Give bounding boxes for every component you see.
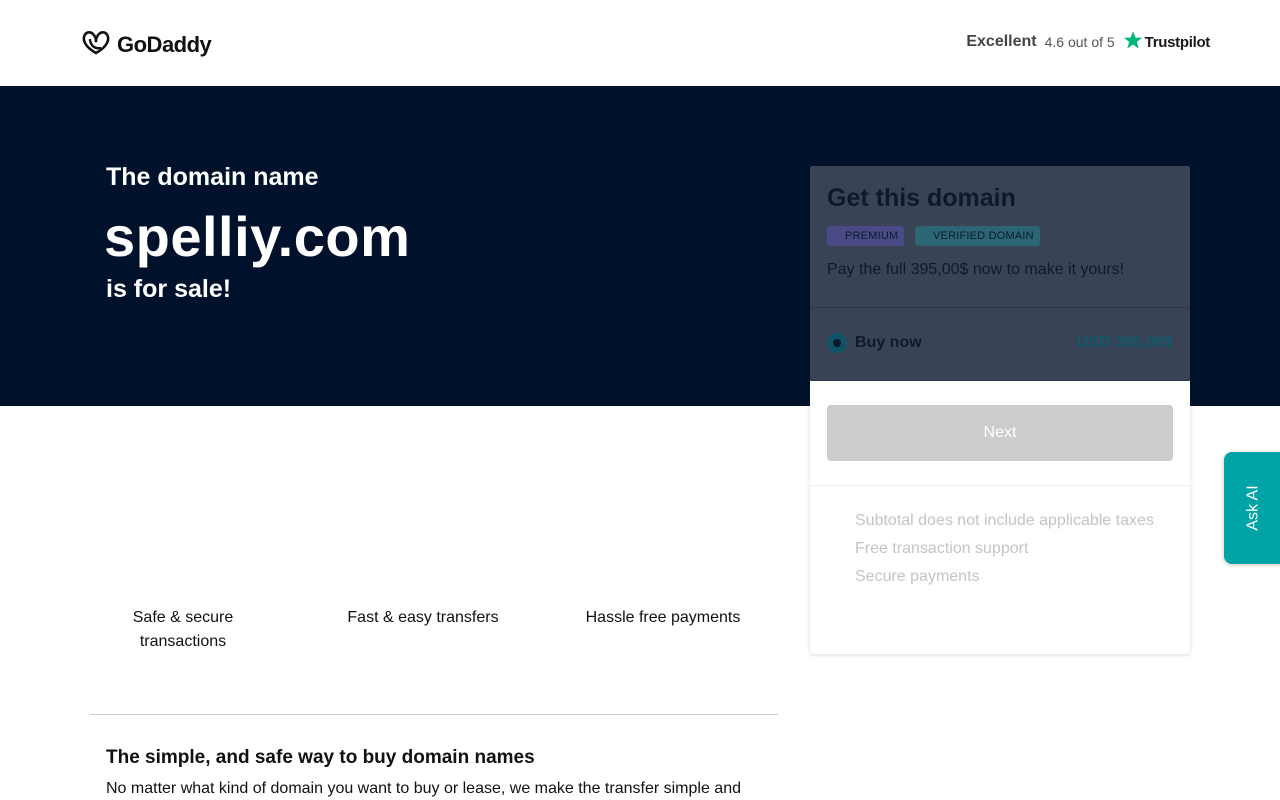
ask-ai-button[interactable]: Ask AI [1224, 452, 1280, 564]
purchase-benefits-list: Subtotal does not include applicable tax… [855, 507, 1154, 591]
trustpilot-label: Trustpilot [1144, 33, 1211, 51]
premium-badge: PREMIUM [827, 226, 905, 246]
buy-now-radio[interactable] [827, 333, 847, 353]
purchase-description: Pay the full 395,00$ now to make it your… [827, 261, 1125, 278]
radio-dot [833, 339, 841, 347]
next-button[interactable]: Next [827, 405, 1173, 461]
card-divider [810, 485, 1190, 486]
card-divider [810, 380, 1190, 381]
logo-text: GoDaddy [117, 31, 212, 57]
info-title: The simple, and safe way to buy domain n… [106, 747, 535, 768]
site-header: GoDaddy Excellent 4.6 out of 5 Trustpilo… [0, 0, 1280, 86]
rating-word: Excellent [966, 33, 1037, 50]
feature-hassle-free-payments: Hassle free payments [585, 609, 741, 626]
purchase-card-title: Get this domain [827, 184, 1016, 212]
section-divider [90, 714, 778, 715]
feature-fast-transfers: Fast & easy transfers [347, 609, 499, 626]
purchase-card: Get this domain PREMIUM VERIFIED DOMAIN … [810, 166, 1190, 654]
info-text: No matter what kind of domain you want t… [106, 780, 741, 797]
benefit-item: Subtotal does not include applicable tax… [855, 512, 1154, 529]
rating-score: 4.6 out of 5 [1044, 34, 1115, 50]
verified-domain-badge: VERIFIED DOMAIN [915, 226, 1040, 246]
trustpilot-brand: Trustpilot [1123, 30, 1210, 54]
godaddy-logo-icon [81, 28, 111, 61]
ask-ai-label: Ask AI [1244, 485, 1262, 531]
features-row: Safe & secure transactions Fast & easy t… [90, 606, 778, 666]
benefit-item: Free transaction support [855, 540, 1029, 557]
card-divider [810, 307, 1190, 308]
hero-intro: The domain name [106, 163, 319, 191]
star-icon [1123, 30, 1143, 54]
domain-name: spelliy.com [104, 205, 411, 268]
benefit-item: Secure payments [855, 568, 980, 585]
feature-safe-secure: Safe & secure transactions [132, 609, 234, 650]
hero-for-sale: is for sale! [106, 275, 232, 303]
buy-now-label[interactable]: Buy now [855, 334, 922, 352]
trustpilot-rating[interactable]: Excellent 4.6 out of 5 Trustpilot [966, 30, 1210, 54]
godaddy-logo[interactable]: GoDaddy [81, 28, 212, 61]
buy-now-price: USD 395,00$ [1076, 334, 1173, 351]
